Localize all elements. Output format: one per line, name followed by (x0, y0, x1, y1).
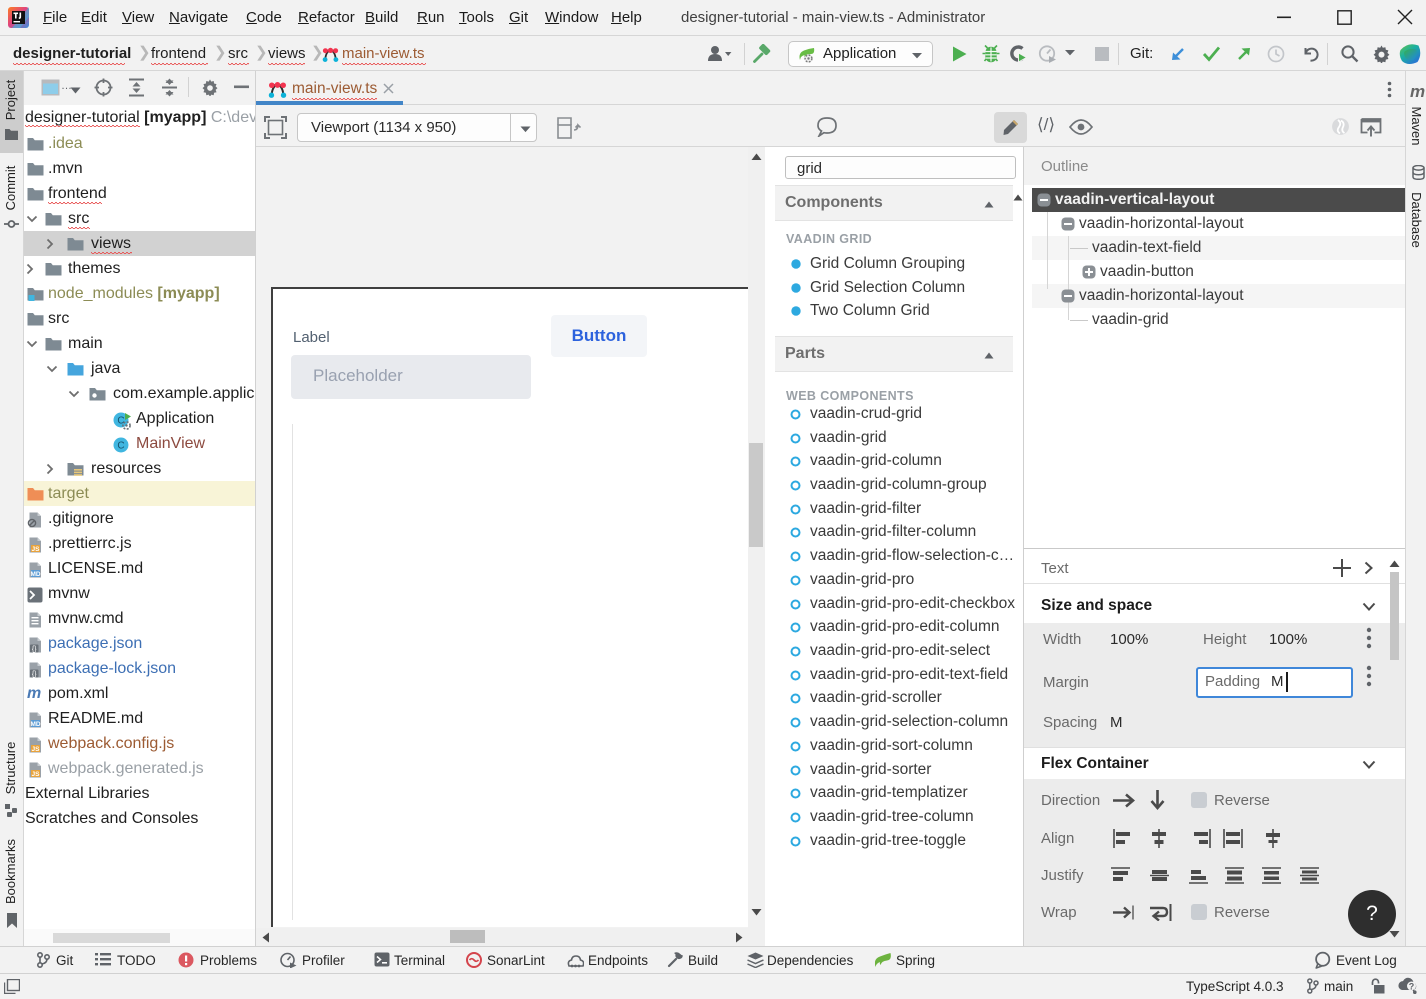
svg-text:MD: MD (30, 571, 40, 578)
svg-text:{}: {} (32, 671, 37, 678)
svg-text:MD: MD (30, 721, 40, 728)
svg-text:C: C (117, 441, 124, 452)
svg-text:JS: JS (32, 771, 41, 778)
svg-text:JS: JS (32, 746, 41, 753)
svg-text:JS: JS (32, 546, 41, 553)
svg-text:{}: {} (32, 646, 37, 653)
